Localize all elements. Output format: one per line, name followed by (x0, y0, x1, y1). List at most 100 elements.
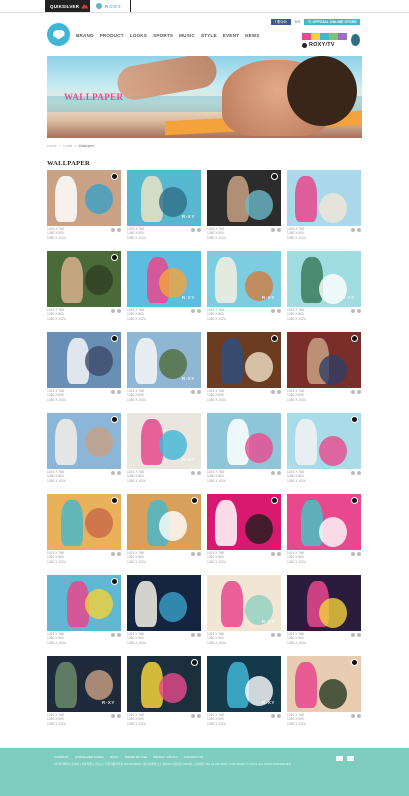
size-link[interactable]: 1280 X 1024 (127, 317, 146, 321)
like-icon[interactable] (191, 552, 195, 556)
wallpaper-thumbnail[interactable]: R·XY (207, 656, 281, 712)
size-link[interactable]: 1280 X 1024 (207, 722, 226, 726)
footer-link[interactable]: CONTACT US (184, 755, 203, 759)
size-link[interactable]: 1280 X 1024 (47, 722, 66, 726)
size-link[interactable]: 1280 X 1024 (47, 479, 66, 483)
share-icon[interactable] (117, 228, 121, 232)
share-icon[interactable] (197, 390, 201, 394)
like-icon[interactable] (271, 714, 275, 718)
size-link[interactable]: 1280 X 1024 (287, 479, 306, 483)
wallpaper-thumbnail[interactable] (207, 494, 281, 550)
breadcrumb-item[interactable]: Wallpaper (78, 144, 94, 148)
share-icon[interactable] (357, 228, 361, 232)
size-link[interactable]: 1280 X 1024 (207, 641, 226, 645)
share-icon[interactable] (277, 714, 281, 718)
wallpaper-thumbnail[interactable] (127, 494, 201, 550)
like-icon[interactable] (271, 471, 275, 475)
like-icon[interactable] (271, 228, 275, 232)
like-icon[interactable] (271, 633, 275, 637)
like-icon[interactable] (351, 309, 355, 313)
size-link[interactable]: 1280 X 1024 (207, 560, 226, 564)
wallpaper-thumbnail[interactable] (47, 575, 121, 631)
roxy-logo[interactable] (47, 23, 70, 46)
wallpaper-thumbnail[interactable] (287, 332, 361, 388)
share-icon[interactable] (197, 471, 201, 475)
share-icon[interactable] (197, 633, 201, 637)
nav-item-music[interactable]: MUSIC (179, 33, 195, 38)
share-icon[interactable] (117, 714, 121, 718)
footer-link[interactable]: TERMS OF USE (125, 755, 148, 759)
share-icon[interactable] (277, 309, 281, 313)
size-link[interactable]: 1280 X 1024 (47, 560, 66, 564)
size-link[interactable]: 1280 X 1024 (287, 722, 306, 726)
nav-item-sports[interactable]: SPORTS (153, 33, 173, 38)
roxy-tab[interactable]: ROXY (90, 0, 130, 12)
heart-icon[interactable] (347, 756, 354, 761)
wallpaper-thumbnail[interactable]: R·XY (127, 251, 201, 307)
online-store-button[interactable]: ⓡ OFFICIAL ONLINE STORE (304, 19, 361, 25)
share-icon[interactable] (357, 471, 361, 475)
language-link[interactable]: KR (295, 20, 300, 24)
like-icon[interactable] (191, 714, 195, 718)
size-link[interactable]: 1280 X 1024 (287, 641, 306, 645)
breadcrumb-item[interactable]: Looks (63, 144, 73, 148)
share-icon[interactable] (357, 309, 361, 313)
size-link[interactable]: 1280 X 1024 (127, 236, 146, 240)
share-icon[interactable] (357, 714, 361, 718)
wallpaper-thumbnail[interactable]: R·XY (127, 413, 201, 469)
size-link[interactable]: 1280 X 1024 (127, 560, 146, 564)
like-icon[interactable] (271, 390, 275, 394)
share-icon[interactable] (117, 552, 121, 556)
roxy-tv-banner[interactable]: ROXY/TV (302, 33, 347, 50)
nav-item-looks[interactable]: LOOKS (130, 33, 147, 38)
like-icon[interactable] (191, 228, 195, 232)
share-icon[interactable] (117, 309, 121, 313)
like-icon[interactable] (351, 552, 355, 556)
wallpaper-thumbnail[interactable] (207, 170, 281, 226)
share-icon[interactable] (117, 390, 121, 394)
footer-link[interactable]: QUIKSILVER KOREA (75, 755, 104, 759)
size-link[interactable]: 1280 X 1024 (127, 722, 146, 726)
nav-item-news[interactable]: NEWS (245, 33, 260, 38)
like-icon[interactable] (111, 471, 115, 475)
like-icon[interactable] (351, 471, 355, 475)
wallpaper-thumbnail[interactable] (47, 413, 121, 469)
nav-item-style[interactable]: STYLE (201, 33, 217, 38)
like-icon[interactable] (191, 471, 195, 475)
share-icon[interactable] (277, 228, 281, 232)
size-link[interactable]: 1280 X 1024 (127, 641, 146, 645)
size-link[interactable]: 1280 X 1024 (287, 317, 306, 321)
share-icon[interactable] (277, 471, 281, 475)
wallpaper-thumbnail[interactable]: R·XY (127, 170, 201, 226)
share-icon[interactable] (277, 633, 281, 637)
wallpaper-thumbnail[interactable] (287, 575, 361, 631)
like-icon[interactable] (111, 633, 115, 637)
wallpaper-thumbnail[interactable]: R·XY (127, 332, 201, 388)
like-icon[interactable] (191, 309, 195, 313)
like-icon[interactable] (351, 390, 355, 394)
like-icon[interactable] (111, 552, 115, 556)
share-icon[interactable] (357, 390, 361, 394)
mountain-icon[interactable] (336, 756, 343, 761)
like-icon[interactable] (271, 552, 275, 556)
share-icon[interactable] (117, 471, 121, 475)
nav-item-event[interactable]: EVENT (223, 33, 239, 38)
size-link[interactable]: 1280 X 1024 (47, 236, 66, 240)
wallpaper-thumbnail[interactable] (287, 413, 361, 469)
footer-link[interactable]: ROXY (110, 755, 119, 759)
like-icon[interactable] (191, 633, 195, 637)
wallpaper-thumbnail[interactable] (287, 170, 361, 226)
size-link[interactable]: 1280 X 1024 (47, 317, 66, 321)
footer-link[interactable]: COMPANY (54, 755, 69, 759)
share-icon[interactable] (277, 390, 281, 394)
like-icon[interactable] (351, 714, 355, 718)
share-icon[interactable] (197, 309, 201, 313)
share-icon[interactable] (117, 633, 121, 637)
wallpaper-thumbnail[interactable] (47, 494, 121, 550)
share-icon[interactable] (357, 633, 361, 637)
size-link[interactable]: 1280 X 1024 (127, 479, 146, 483)
like-icon[interactable] (111, 390, 115, 394)
share-icon[interactable] (357, 552, 361, 556)
size-link[interactable]: 1280 X 1024 (47, 398, 66, 402)
wallpaper-thumbnail[interactable] (127, 656, 201, 712)
